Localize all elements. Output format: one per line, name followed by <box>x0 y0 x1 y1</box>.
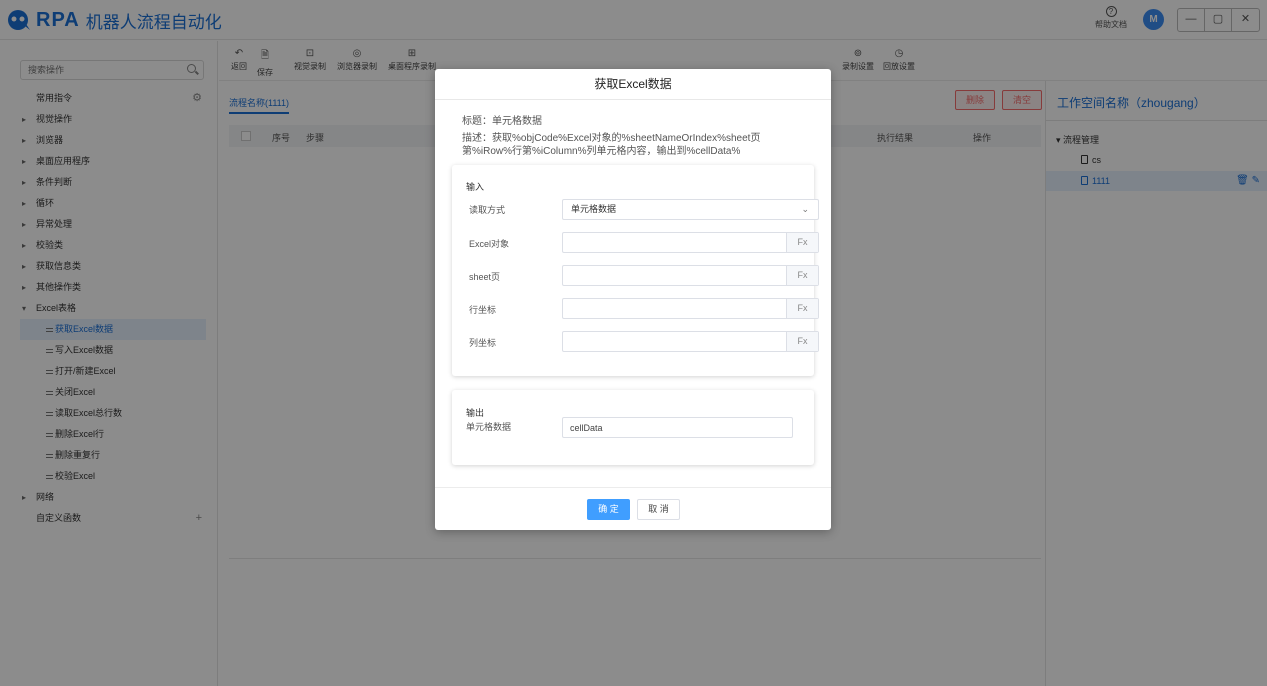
dialog-title: 获取Excel数据 <box>435 69 831 100</box>
fx-button[interactable]: Fx <box>786 299 818 318</box>
row-coordinate-label: 行坐标 <box>469 305 497 315</box>
input-section: 输入 读取方式 单元格数据 ⌄ Excel对象 Fx sheet页 Fx 行坐标… <box>452 165 819 376</box>
row-coordinate-field: Fx <box>562 298 819 319</box>
dialog-subtitle: 标题：单元格数据 <box>462 116 542 127</box>
cancel-button[interactable]: 取 消 <box>637 499 680 520</box>
output-variable-field <box>562 417 793 438</box>
confirm-button[interactable]: 确 定 <box>587 499 630 520</box>
get-excel-data-dialog: 获取Excel数据 标题：单元格数据 描述：获取%objCode%Excel对象… <box>435 69 831 530</box>
input-header: 输入 <box>466 182 485 192</box>
sheet-input[interactable] <box>563 266 783 285</box>
fx-button[interactable]: Fx <box>786 233 818 252</box>
excel-object-field: Fx <box>562 232 819 253</box>
column-coordinate-input[interactable] <box>563 332 783 351</box>
output-section: 输出 单元格数据 <box>452 390 814 465</box>
dialog-footer-divider <box>435 487 831 488</box>
column-coordinate-label: 列坐标 <box>469 338 497 348</box>
chevron-down-icon: ⌄ <box>801 204 809 214</box>
sheet-label: sheet页 <box>469 272 501 282</box>
excel-object-label: Excel对象 <box>469 239 510 249</box>
output-cell-label: 单元格数据 <box>466 422 512 432</box>
read-mode-value: 单元格数据 <box>571 204 617 214</box>
fx-button[interactable]: Fx <box>786 266 818 285</box>
read-mode-select[interactable]: 单元格数据 ⌄ <box>562 199 819 220</box>
read-mode-label: 读取方式 <box>469 205 506 215</box>
dialog-description: 描述：获取%objCode%Excel对象的%sheetNameOrIndex%… <box>462 133 761 157</box>
output-variable-input[interactable] <box>563 418 783 437</box>
output-header: 输出 <box>466 408 485 418</box>
row-coordinate-input[interactable] <box>563 299 783 318</box>
sheet-field: Fx <box>562 265 819 286</box>
excel-object-input[interactable] <box>563 233 783 252</box>
column-coordinate-field: Fx <box>562 331 819 352</box>
fx-button[interactable]: Fx <box>786 332 818 351</box>
